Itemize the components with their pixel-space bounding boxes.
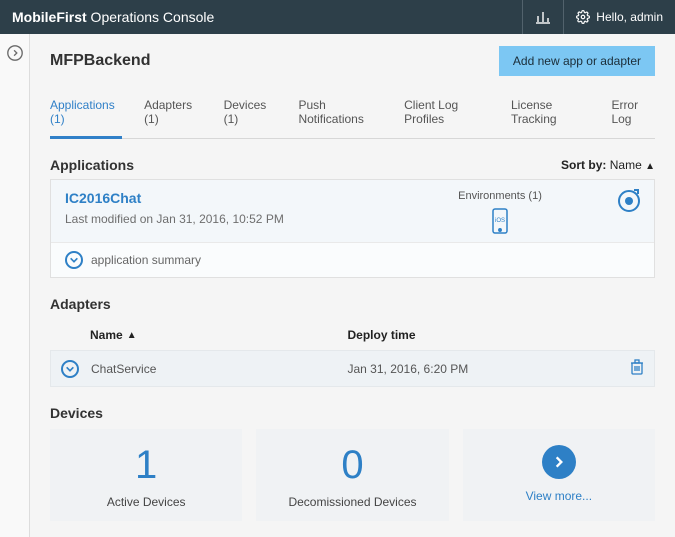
adapter-head-deploy: Deploy time (348, 328, 606, 342)
bar-chart-icon (535, 9, 551, 25)
active-devices-label: Active Devices (60, 495, 232, 509)
devices-heading: Devices (50, 405, 655, 421)
tab-license[interactable]: License Tracking (511, 90, 589, 138)
application-name-link[interactable]: IC2016Chat (65, 190, 420, 206)
brand-title: MobileFirst Operations Console (12, 9, 214, 25)
tab-push[interactable]: Push Notifications (298, 90, 382, 138)
user-menu[interactable]: Hello, admin (563, 0, 675, 34)
gear-icon (576, 10, 590, 24)
adapter-deploy-time: Jan 31, 2016, 6:20 PM (348, 362, 605, 376)
application-modified: Last modified on Jan 31, 2016, 10:52 PM (65, 212, 420, 226)
chevron-down-icon (65, 364, 75, 374)
svg-text:iOS: iOS (495, 218, 505, 224)
tabs: Applications (1) Adapters (1) Devices (1… (50, 90, 655, 139)
expand-adapter-button[interactable] (61, 360, 79, 378)
caret-up-icon: ▲ (645, 161, 655, 172)
adapter-sort-name[interactable]: Name ▲ (90, 328, 348, 342)
decommissioned-devices-card: 0 Decomissioned Devices (256, 429, 448, 521)
tab-error-log[interactable]: Error Log (611, 90, 655, 138)
tab-adapters[interactable]: Adapters (1) (144, 90, 202, 138)
sort-by-control[interactable]: Sort by: Name ▲ (561, 158, 655, 172)
environments-label: Environments (1) (420, 190, 580, 202)
application-summary-label: application summary (91, 253, 201, 267)
devices-view-more-card[interactable]: View more... (463, 429, 655, 521)
user-greeting: Hello, admin (596, 10, 663, 24)
chevron-down-icon (69, 255, 79, 265)
tab-applications[interactable]: Applications (1) (50, 90, 122, 139)
adapter-row: ChatService Jan 31, 2016, 6:20 PM (50, 350, 655, 387)
trash-icon (630, 359, 644, 375)
decommissioned-devices-count: 0 (266, 445, 438, 485)
caret-up-icon: ▲ (127, 330, 137, 341)
active-devices-count: 1 (60, 445, 232, 485)
page-title: MFPBackend (50, 52, 150, 70)
analytics-button[interactable] (522, 0, 563, 34)
tab-devices[interactable]: Devices (1) (224, 90, 277, 138)
expand-rail-button[interactable] (6, 50, 24, 65)
adapters-heading: Adapters (50, 296, 655, 312)
view-more-label: View more... (526, 489, 592, 503)
applications-heading: Applications (50, 157, 134, 173)
status-indicator-icon[interactable] (618, 190, 640, 212)
tab-client-log[interactable]: Client Log Profiles (404, 90, 489, 138)
application-card: IC2016Chat Last modified on Jan 31, 2016… (50, 179, 655, 278)
expand-summary-button[interactable] (65, 251, 83, 269)
adapter-name[interactable]: ChatService (91, 362, 348, 376)
chevron-right-circle-icon (6, 44, 24, 62)
active-devices-card: 1 Active Devices (50, 429, 242, 521)
add-app-adapter-button[interactable]: Add new app or adapter (499, 46, 655, 76)
delete-adapter-button[interactable] (604, 359, 644, 378)
decommissioned-devices-label: Decomissioned Devices (266, 495, 438, 509)
ios-environment-icon[interactable]: iOS (491, 208, 509, 234)
view-more-button[interactable] (542, 445, 576, 479)
chevron-right-icon (552, 455, 566, 469)
